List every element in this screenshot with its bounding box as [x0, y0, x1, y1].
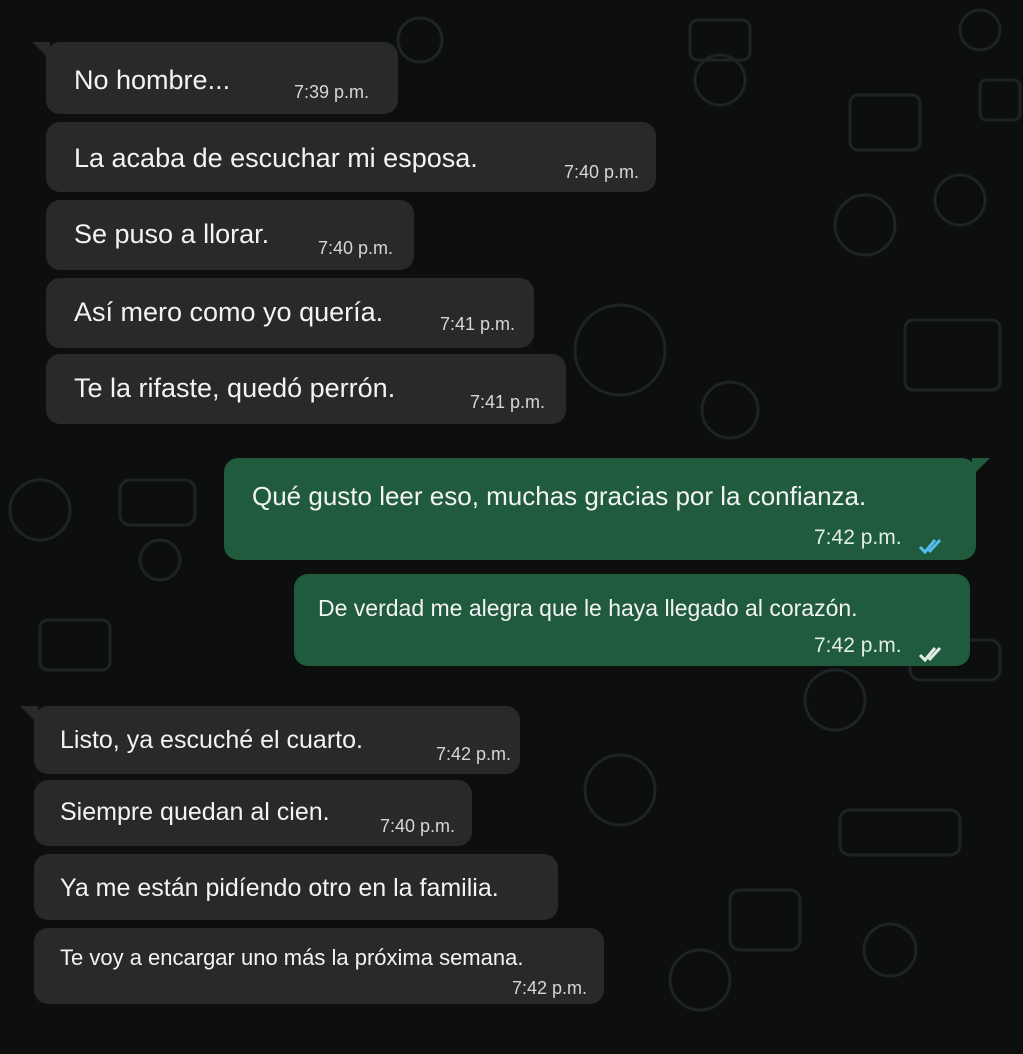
message-timestamp: 7:39 p.m. [294, 82, 370, 102]
incoming-message-bubble[interactable]: Ya me están pidíendo otro en la familia. [34, 854, 558, 920]
message-timestamp: 7:40 p.m. [564, 162, 640, 182]
incoming-message-bubble[interactable]: Te la rifaste, quedó perrón. 7:41 p.m. [46, 354, 566, 424]
message-timestamp: 7:40 p.m. [318, 238, 394, 258]
message-text: La acaba de escuchar mi esposa. [74, 143, 478, 173]
double-check-icon [918, 530, 948, 555]
outgoing-message-bubble[interactable]: De verdad me alegra que le haya llegado … [294, 574, 970, 666]
message-text: Listo, ya escuché el cuarto. [60, 726, 363, 754]
message-timestamp: 7:42 p.m. [436, 744, 512, 764]
incoming-message-bubble[interactable]: Listo, ya escuché el cuarto. 7:42 p.m. [20, 706, 520, 774]
incoming-message-bubble[interactable]: La acaba de escuchar mi esposa. 7:40 p.m… [46, 122, 656, 192]
message-timestamp: 7:42 p.m. [814, 634, 902, 657]
message-text: Qué gusto leer eso, muchas gracias por l… [252, 481, 867, 511]
message-text: Así mero como yo quería. [74, 297, 384, 327]
message-text: No hombre... [74, 65, 231, 95]
message-timestamp: 7:42 p.m. [814, 526, 902, 549]
incoming-message-bubble[interactable]: Así mero como yo quería. 7:41 p.m. [46, 278, 534, 348]
message-text: Siempre quedan al cien. [60, 798, 330, 826]
message-text: Te voy a encargar uno más la próxima sem… [60, 945, 524, 970]
double-check-icon [918, 638, 948, 663]
message-text: Ya me están pidíendo otro en la familia. [60, 874, 499, 902]
incoming-message-bubble[interactable]: No hombre... 7:39 p.m. [32, 42, 398, 114]
message-timestamp: 7:41 p.m. [440, 314, 516, 334]
message-text: De verdad me alegra que le haya llegado … [318, 595, 858, 621]
message-text: Se puso a llorar. [74, 219, 270, 249]
message-timestamp: 7:40 p.m. [380, 816, 456, 836]
incoming-message-bubble[interactable]: Te voy a encargar uno más la próxima sem… [34, 928, 604, 1004]
message-timestamp: 7:41 p.m. [470, 392, 546, 412]
incoming-message-bubble[interactable]: Se puso a llorar. 7:40 p.m. [46, 200, 414, 270]
message-text: Te la rifaste, quedó perrón. [74, 373, 396, 403]
incoming-message-bubble[interactable]: Siempre quedan al cien. 7:40 p.m. [34, 780, 472, 846]
chat-background: No hombre... 7:39 p.m. La acaba de escuc… [0, 0, 1023, 1054]
message-timestamp: 7:42 p.m. [512, 978, 588, 998]
outgoing-message-bubble[interactable]: Qué gusto leer eso, muchas gracias por l… [224, 458, 990, 560]
